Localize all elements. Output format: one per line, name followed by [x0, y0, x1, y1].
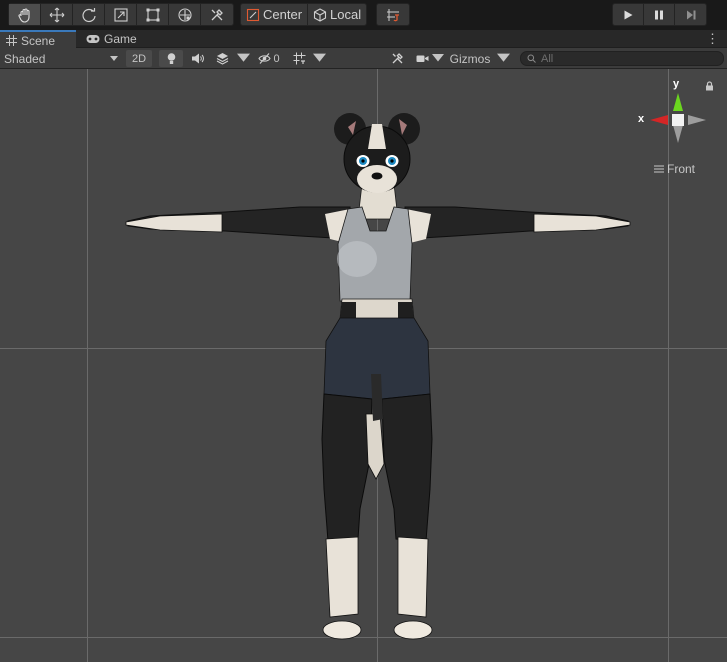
tab-game-label: Game	[104, 32, 137, 46]
gizmos-toggle[interactable]: Gizmos	[445, 50, 495, 67]
chevron-down-icon	[236, 53, 250, 62]
pivot-rotation-toggle[interactable]: Local	[308, 4, 366, 25]
view-mode-label[interactable]: Front	[654, 162, 695, 176]
draw-mode-value: Shaded	[4, 51, 46, 66]
pivot-group: Center Local	[240, 3, 368, 26]
pause-icon	[655, 10, 663, 19]
speaker-icon	[191, 53, 204, 64]
scale-icon	[113, 7, 128, 22]
playmode-group	[612, 3, 707, 26]
scale-tool-button[interactable]	[105, 4, 137, 25]
tab-menu-kebab-icon[interactable]: ⋮	[706, 31, 719, 47]
hand-tool-button[interactable]	[9, 4, 41, 25]
mode-2d-toggle[interactable]: 2D	[126, 50, 152, 67]
step-icon	[686, 10, 695, 19]
grid-snap-button[interactable]	[377, 4, 409, 25]
rect-tool-button[interactable]	[137, 4, 169, 25]
hidden-objects-toggle[interactable]: 0	[254, 50, 284, 67]
tab-scene-label: Scene	[21, 33, 56, 48]
effects-dropdown[interactable]	[236, 50, 250, 67]
hierarchy-search-field[interactable]: All	[520, 51, 724, 66]
rect-transform-icon	[146, 8, 159, 21]
chevron-down-icon	[432, 54, 444, 62]
transform-tools-group	[8, 3, 234, 26]
effects-toggle[interactable]	[210, 50, 234, 67]
custom-tool-button[interactable]	[201, 4, 233, 25]
grid-icon	[6, 35, 17, 46]
layers-icon	[216, 53, 228, 65]
tab-scene[interactable]: Scene	[0, 30, 76, 49]
eye-hidden-icon	[258, 53, 272, 64]
tools-icon	[392, 53, 403, 64]
view-name: Front	[667, 162, 696, 176]
camera-icon	[416, 55, 428, 62]
snap-group	[376, 3, 410, 26]
camera-settings-button[interactable]	[412, 50, 432, 67]
lightbulb-icon	[167, 53, 175, 64]
local-cube-icon	[313, 7, 327, 22]
play-button[interactable]	[613, 4, 644, 25]
draw-mode-dropdown[interactable]: Shaded	[0, 50, 122, 67]
grid-toggle[interactable]	[288, 50, 310, 67]
move-tool-button[interactable]	[41, 4, 73, 25]
pivot-mode-toggle[interactable]: Center	[241, 4, 309, 25]
gizmo-x-label: x	[638, 113, 645, 125]
lighting-toggle[interactable]	[159, 50, 183, 67]
transform-tool-button[interactable]	[169, 4, 201, 25]
scene-viewport[interactable]: y x Front	[0, 69, 727, 662]
tools-icon	[211, 8, 223, 20]
rotate-icon	[81, 7, 96, 22]
chevron-down-icon	[312, 53, 326, 62]
pivot-mode-label: Center	[263, 7, 303, 22]
gizmos-dropdown[interactable]	[496, 50, 510, 67]
chevron-down-icon	[110, 55, 118, 61]
mode-2d-label: 2D	[131, 52, 147, 65]
step-button[interactable]	[675, 4, 706, 25]
gizmos-label: Gizmos	[449, 51, 491, 66]
audio-toggle[interactable]	[186, 50, 208, 67]
play-icon	[624, 10, 633, 19]
component-tools-button[interactable]	[386, 50, 408, 67]
search-icon	[527, 54, 536, 63]
character-model	[125, 113, 631, 640]
grid-dropdown[interactable]	[312, 50, 326, 67]
pivot-rotation-label: Local	[330, 7, 362, 22]
scene-view-controls: Shaded 2D 0 Gizmos All	[0, 48, 727, 69]
rotate-tool-button[interactable]	[73, 4, 105, 25]
hamburger-icon	[654, 165, 664, 173]
grid-snap-icon	[293, 52, 305, 65]
transform-icon	[177, 7, 192, 22]
main-toolbar: Center Local	[0, 0, 727, 30]
gamepad-icon	[86, 35, 100, 43]
gizmo-y-label: y	[673, 78, 680, 90]
chevron-down-icon	[496, 53, 510, 62]
window-tab-bar: Scene Game ⋮	[0, 30, 727, 49]
search-placeholder: All	[541, 52, 554, 65]
hand-icon	[17, 7, 30, 23]
hidden-count: 0	[273, 52, 280, 65]
move-arrows-icon	[49, 7, 64, 22]
grid-snap-icon	[387, 8, 399, 21]
pivot-center-icon	[246, 8, 260, 21]
pause-button[interactable]	[644, 4, 675, 25]
tab-game[interactable]: Game	[80, 30, 143, 48]
lock-icon[interactable]	[705, 81, 714, 91]
camera-dropdown[interactable]	[432, 50, 444, 67]
